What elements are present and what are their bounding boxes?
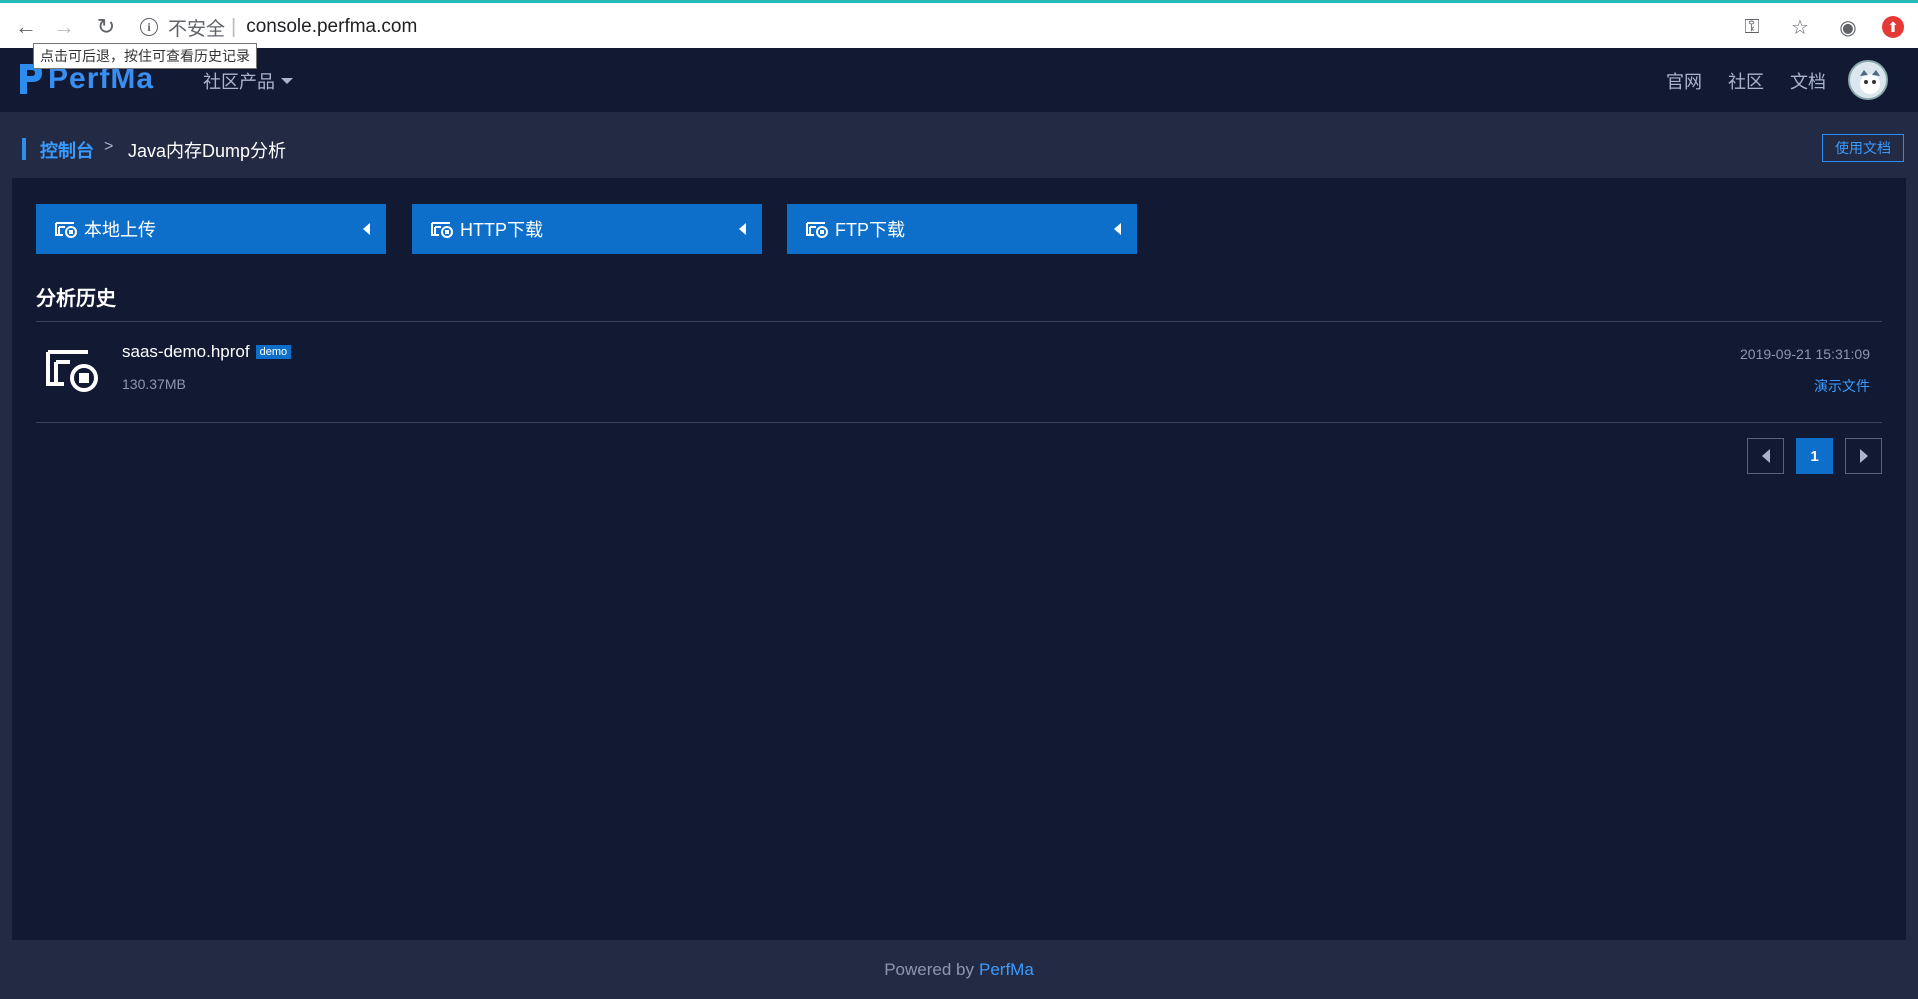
nav-link-docs[interactable]: 文档: [1790, 68, 1826, 94]
footer: Powered by PerfMa: [0, 940, 1918, 999]
top-navbar: PerfMa 社区产品 官网 社区 文档: [0, 48, 1918, 112]
extension-icon[interactable]: ⬆: [1882, 16, 1904, 38]
breadcrumb-accent: [22, 138, 26, 160]
dump-file-icon: [806, 222, 828, 238]
collapse-arrow-icon: [363, 223, 370, 235]
nav-link-community[interactable]: 社区: [1728, 68, 1764, 94]
back-icon[interactable]: ←: [12, 13, 40, 41]
dump-file-icon: [431, 222, 453, 238]
star-icon[interactable]: ☆: [1786, 13, 1814, 41]
breadcrumb-separator: >: [104, 138, 114, 155]
nav-link-official[interactable]: 官网: [1666, 68, 1702, 94]
info-icon[interactable]: i: [140, 18, 158, 36]
http-download-label: HTTP下载: [460, 220, 543, 240]
collapse-arrow-icon: [739, 223, 746, 235]
dump-file-icon: [55, 222, 77, 238]
main-panel: 本地上传 HTTP下载 FTP下载 分析历史 saas-demo.hprof d…: [12, 178, 1906, 940]
back-tooltip: 点击可后退，按住可查看历史记录: [33, 43, 257, 69]
chevron-left-icon: [1761, 449, 1770, 463]
key-icon[interactable]: ⚿: [1738, 13, 1766, 41]
ftp-download-label: FTP下载: [835, 220, 905, 240]
next-page-button[interactable]: [1845, 438, 1882, 474]
insecure-label: 不安全: [168, 18, 226, 40]
file-type-label: 演示文件: [1814, 378, 1870, 394]
local-upload-label: 本地上传: [84, 220, 156, 240]
row-divider: [36, 422, 1882, 423]
product-menu-label: 社区产品: [203, 72, 275, 92]
usage-docs-button[interactable]: 使用文档: [1822, 134, 1904, 162]
prev-page-button[interactable]: [1747, 438, 1784, 474]
url-text[interactable]: console.perfma.com: [246, 16, 417, 38]
address-separator: |: [231, 15, 237, 38]
page-number-button[interactable]: 1: [1796, 438, 1833, 474]
collapse-arrow-icon: [1114, 223, 1121, 235]
chevron-right-icon: [1859, 449, 1868, 463]
list-item[interactable]: saas-demo.hprof demo 130.37MB 2019-09-21…: [36, 322, 1882, 422]
footer-prefix: Powered by: [884, 959, 974, 979]
forward-icon[interactable]: →: [50, 13, 78, 41]
file-timestamp: 2019-09-21 15:31:09: [1740, 346, 1870, 362]
avatar[interactable]: [1848, 60, 1888, 100]
caret-down-icon: [281, 78, 293, 84]
browser-chrome: ← → ↻ i 不安全 | console.perfma.com ⚿ ☆ ◉ ⬆: [0, 0, 1918, 48]
file-name-text: saas-demo.hprof: [122, 342, 250, 361]
demo-badge: demo: [255, 345, 292, 359]
hprof-file-icon: [46, 350, 98, 392]
pagination: 1: [1747, 438, 1882, 474]
address-bar[interactable]: i 不安全 | console.perfma.com: [140, 12, 1820, 42]
product-menu[interactable]: 社区产品: [203, 68, 293, 94]
reload-icon[interactable]: ↻: [92, 13, 120, 41]
footer-brand-link[interactable]: PerfMa: [979, 960, 1034, 980]
breadcrumb-current: Java内存Dump分析: [128, 141, 287, 161]
ftp-download-button[interactable]: FTP下载: [787, 204, 1137, 254]
http-download-button[interactable]: HTTP下载: [412, 204, 762, 254]
file-size: 130.37MB: [122, 376, 186, 392]
file-name[interactable]: saas-demo.hprof demo: [122, 342, 292, 362]
account-icon[interactable]: ◉: [1834, 13, 1862, 41]
local-upload-button[interactable]: 本地上传: [36, 204, 386, 254]
breadcrumb-home-link[interactable]: 控制台: [40, 137, 94, 163]
breadcrumb: 控制台 > Java内存Dump分析 使用文档: [0, 112, 1918, 178]
history-title: 分析历史: [36, 288, 116, 310]
avatar-image: [1850, 62, 1886, 98]
